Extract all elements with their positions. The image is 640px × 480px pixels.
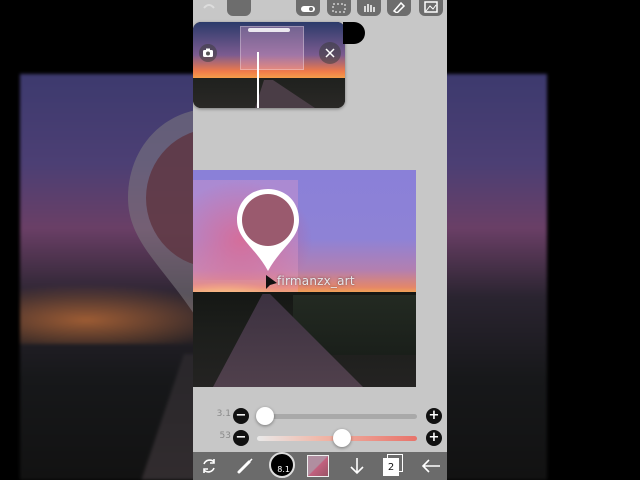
brush-size-track[interactable] bbox=[257, 414, 417, 419]
opacity-slider: 53 − + bbox=[193, 428, 447, 448]
brush-size-icon[interactable]: 8.1 bbox=[269, 452, 295, 478]
eraser-icon[interactable] bbox=[387, 0, 411, 16]
paint-app: firmanzx_art 3.1 − + 53 − + 8.1 2 bbox=[193, 0, 447, 480]
back-arrow-icon[interactable] bbox=[419, 454, 443, 478]
brush-size-value: 3.1 bbox=[216, 409, 231, 419]
brush-size-slider: 3.1 − + bbox=[193, 406, 447, 426]
bottom-toolbar: 8.1 2 bbox=[193, 452, 447, 480]
brush-size-minus-button[interactable]: − bbox=[233, 408, 249, 424]
camera-icon[interactable] bbox=[199, 44, 217, 62]
watermark-text: firmanzx_art bbox=[277, 274, 355, 288]
hand-icon[interactable] bbox=[357, 0, 381, 16]
download-arrow-icon[interactable] bbox=[345, 454, 369, 478]
toggle-icon[interactable] bbox=[296, 0, 320, 16]
layer-count: 2 bbox=[383, 458, 399, 476]
preview-drag-handle[interactable] bbox=[248, 28, 290, 32]
top-toolbar bbox=[193, 0, 447, 20]
drawing-canvas[interactable]: firmanzx_art bbox=[193, 170, 416, 387]
picked-color-circle bbox=[242, 194, 294, 246]
brush-size-thumb[interactable] bbox=[256, 407, 274, 425]
preview-tab[interactable] bbox=[343, 22, 365, 44]
redo-icon[interactable] bbox=[227, 0, 251, 16]
preview-guide-line bbox=[257, 52, 259, 108]
close-icon[interactable] bbox=[319, 42, 341, 64]
brush-badge-label: 8.1 bbox=[277, 465, 290, 474]
opacity-plus-button[interactable]: + bbox=[426, 430, 442, 446]
opacity-thumb[interactable] bbox=[332, 429, 351, 447]
opacity-value: 53 bbox=[219, 431, 231, 441]
selection-icon[interactable] bbox=[327, 0, 351, 16]
brush-icon[interactable] bbox=[233, 454, 257, 478]
undo-icon[interactable] bbox=[197, 0, 221, 16]
layers-icon[interactable]: 2 bbox=[383, 454, 403, 476]
transform-icon[interactable] bbox=[197, 454, 221, 478]
preview-selection bbox=[240, 26, 304, 70]
color-swatch-icon[interactable] bbox=[307, 455, 329, 477]
screen: firmanzx_art 3.1 − + 53 − + 8.1 2 bbox=[0, 0, 640, 480]
brush-size-plus-button[interactable]: + bbox=[426, 408, 442, 424]
opacity-minus-button[interactable]: − bbox=[233, 430, 249, 446]
eyedropper-pin bbox=[237, 189, 299, 271]
reference-preview[interactable] bbox=[193, 22, 345, 108]
layer-image-icon[interactable] bbox=[419, 0, 443, 16]
